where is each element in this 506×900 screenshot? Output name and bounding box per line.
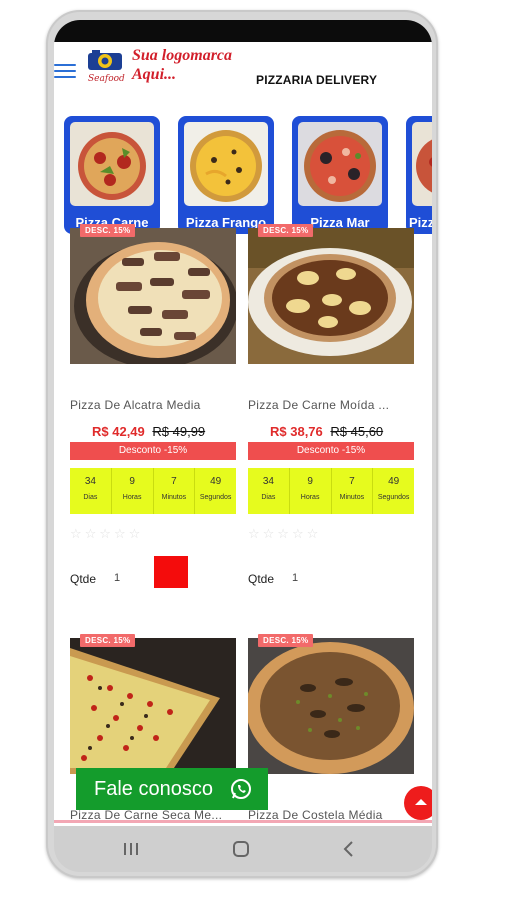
countdown-timer: 34 Dias 9 Horas 7 Minutos 49 Segundos: [248, 468, 414, 514]
countdown-seconds: 49 Segundos: [199, 476, 232, 501]
category-card-pizza-mar[interactable]: Pizza Mar: [292, 116, 388, 234]
countdown-hours: 9 Horas: [112, 468, 154, 514]
price-row: R$ 42,49 R$ 49,99: [92, 424, 205, 439]
category-image: [412, 122, 432, 206]
countdown-hours: 9 Horas: [290, 468, 332, 514]
current-price: R$ 42,49: [92, 424, 145, 439]
add-to-cart-button[interactable]: [154, 556, 188, 588]
menu-icon[interactable]: [54, 64, 76, 80]
qty-label: Qtde: [248, 572, 275, 586]
contact-button[interactable]: Fale conosco: [76, 768, 268, 810]
discount-badge: DESC. 15%: [80, 634, 136, 647]
countdown-seconds: 49 Segundos: [377, 476, 410, 501]
category-card-partial[interactable]: Pizz: [406, 116, 432, 234]
discount-bar: Desconto -15%: [248, 442, 414, 460]
scroll-to-top-button[interactable]: [404, 786, 432, 820]
category-image: [70, 122, 154, 206]
price-row: R$ 38,76 R$ 45,60: [270, 424, 383, 439]
countdown-timer: 34 Dias 9 Horas 7 Minutos 49 Segundos: [70, 468, 236, 514]
logo-icon: [88, 50, 122, 70]
current-price: R$ 38,76: [270, 424, 323, 439]
countdown-minutes: 7 Minutos: [154, 468, 196, 514]
logo-text-line2: Aqui...: [132, 66, 177, 83]
category-carousel[interactable]: Pizza Carne Pizza Frango Pizza Mar Pizz: [54, 116, 432, 236]
arrow-up-icon: [415, 799, 427, 805]
category-card-pizza-frango[interactable]: Pizza Frango: [178, 116, 274, 234]
bottom-divider: [54, 820, 432, 823]
qty-input[interactable]: 1: [292, 572, 298, 584]
product-image[interactable]: [248, 228, 414, 364]
discount-badge: DESC. 15%: [80, 224, 136, 237]
recent-apps-icon[interactable]: [120, 838, 142, 860]
app-screen: Seafood Sua logomarca Aqui... PIZZARIA D…: [54, 20, 432, 826]
qty-label: Qtde: [70, 572, 97, 586]
contact-button-label: Fale conosco: [94, 777, 213, 800]
countdown-minutes: 7 Minutos: [332, 468, 374, 514]
rating-stars[interactable]: ☆☆☆☆☆: [70, 526, 143, 542]
logo-text: Sua logomarca Aqui...: [132, 46, 232, 84]
whatsapp-icon: [231, 779, 251, 799]
product-image[interactable]: [248, 638, 414, 774]
product-image[interactable]: [70, 228, 236, 364]
discount-bar: Desconto -15%: [70, 442, 236, 460]
old-price: R$ 45,60: [330, 424, 384, 439]
back-icon[interactable]: [338, 838, 360, 860]
category-image: [184, 122, 268, 206]
product-image[interactable]: [70, 638, 236, 774]
qty-input[interactable]: 1: [114, 572, 120, 584]
page-title: PIZZARIA DELIVERY: [256, 73, 378, 87]
discount-badge: DESC. 15%: [258, 224, 314, 237]
category-image: [298, 122, 382, 206]
rating-stars[interactable]: ☆☆☆☆☆: [248, 526, 321, 542]
home-icon[interactable]: [230, 838, 252, 860]
logo-subtitle: Seafood: [88, 74, 125, 84]
countdown-days: 34 Dias: [248, 468, 290, 514]
product-name[interactable]: Pizza De Carne Moída ...: [248, 398, 414, 412]
discount-badge: DESC. 15%: [258, 634, 314, 647]
system-navigation-bar: [54, 826, 432, 872]
product-name[interactable]: Pizza De Alcatra Media: [70, 398, 236, 412]
category-card-pizza-carne[interactable]: Pizza Carne: [64, 116, 160, 234]
logo-text-line1: Sua logomarca: [132, 47, 233, 64]
status-bar: [54, 20, 432, 42]
old-price: R$ 49,99: [152, 424, 206, 439]
countdown-days: 34 Dias: [70, 468, 112, 514]
